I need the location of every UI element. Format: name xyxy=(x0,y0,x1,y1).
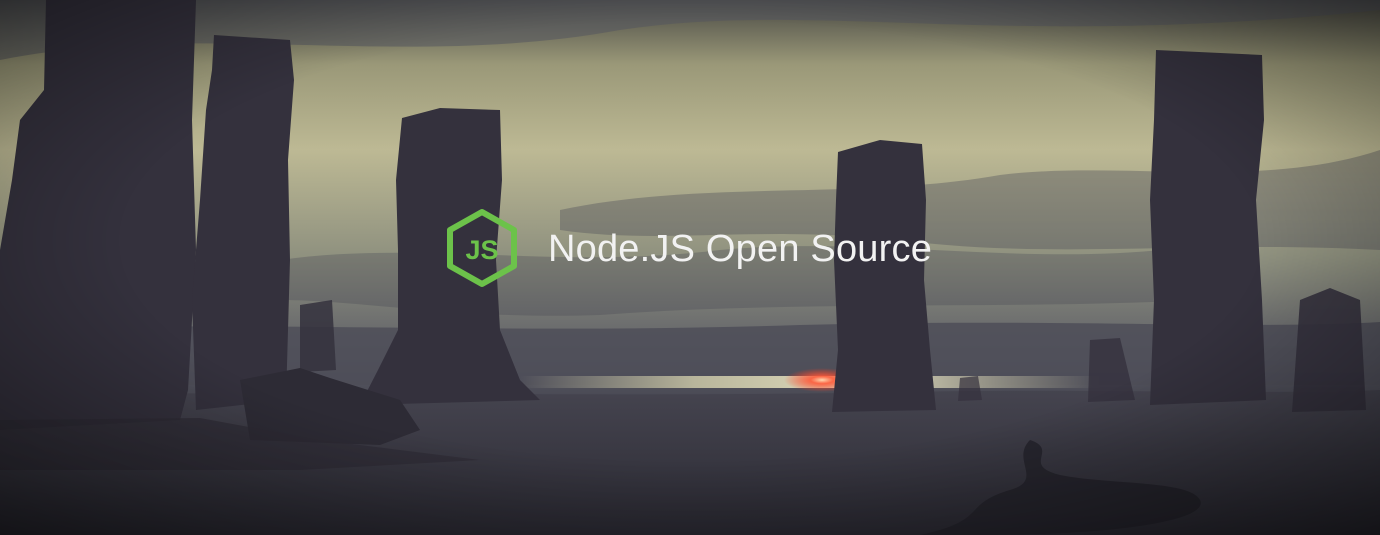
nodejs-hexagon-icon: JS xyxy=(447,209,517,287)
hero-banner: JS Node.JS Open Source xyxy=(0,0,1380,535)
banner-title: Node.JS Open Source xyxy=(548,227,933,270)
logo-text: JS xyxy=(465,235,498,265)
brand-lockup: JS Node.JS Open Source xyxy=(446,208,932,288)
